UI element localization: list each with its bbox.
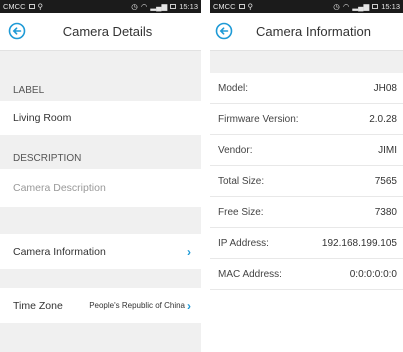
camera-information-screen: CMCC ⚲ ◷ ◠ ▂▄▆ 15:13 Camera Information [210,0,403,352]
back-button[interactable] [8,22,26,40]
sim-icon [238,4,245,9]
notification-icon: ⚲ [247,2,254,11]
clock-text: 15:13 [381,2,400,11]
info-value: 2.0.28 [369,113,397,125]
info-row-ip-address: IP Address: 192.168.199.105 [210,228,403,259]
info-value: JH08 [373,82,397,94]
description-section-header: DESCRIPTION [13,152,82,164]
status-bar: CMCC ⚲ ◷ ◠ ▂▄▆ 15:13 [0,0,201,13]
info-key: IP Address: [218,237,269,249]
info-row-vendor: Vendor: JIMI [210,135,403,166]
spacer [210,51,403,73]
sim-icon [28,4,35,9]
wifi-icon: ◠ [342,2,350,11]
screenshot-pair: CMCC ⚲ ◷ ◠ ▂▄▆ 15:13 Camera Details LABE… [0,0,403,352]
info-key: Vendor: [218,144,253,156]
chevron-right-icon: › [187,298,191,313]
info-value: 7380 [374,206,397,218]
info-value: JIMI [378,144,397,156]
clock-text: 15:13 [179,2,198,11]
page-title: Camera Details [62,24,153,39]
signal-icon: ▂▄▆ [150,2,168,11]
info-key: Model: [218,82,249,94]
label-section-header: LABEL [13,84,45,96]
info-value: 7565 [374,175,397,187]
time-zone-value: People's Republic of China [89,301,185,310]
back-button[interactable] [215,22,233,40]
battery-icon [170,4,177,9]
wifi-icon: ◠ [140,2,148,11]
info-row-total-size: Total Size: 7565 [210,166,403,197]
app-header: Camera Details [0,13,201,51]
camera-information-row[interactable]: Camera Information › [0,234,201,269]
info-row-model: Model: JH08 [210,73,403,104]
info-row-firmware: Firmware Version: 2.0.28 [210,104,403,135]
label-value: Living Room [13,112,72,124]
battery-icon [372,4,379,9]
info-row-free-size: Free Size: 7380 [210,197,403,228]
chevron-right-icon: › [187,244,191,259]
info-list: Model: JH08 Firmware Version: 2.0.28 Ven… [210,73,403,290]
status-bar: CMCC ⚲ ◷ ◠ ▂▄▆ 15:13 [210,0,403,13]
page-title: Camera Information [256,24,371,39]
alarm-icon: ◷ [131,2,138,11]
alarm-icon: ◷ [333,2,340,11]
info-key: Total Size: [218,175,265,187]
info-value: 0:0:0:0:0:0 [349,268,397,280]
info-row-mac-address: MAC Address: 0:0:0:0:0:0 [210,259,403,290]
carrier-label: CMCC [213,2,236,11]
notification-icon: ⚲ [37,2,44,11]
time-zone-row[interactable]: Time Zone People's Republic of China › [0,288,201,323]
carrier-label: CMCC [3,2,26,11]
signal-icon: ▂▄▆ [352,2,370,11]
app-header: Camera Information [210,13,403,51]
description-field[interactable]: Camera Description [0,169,201,207]
camera-information-label: Camera Information [13,245,106,258]
info-key: Firmware Version: [218,113,299,125]
description-placeholder: Camera Description [13,182,106,194]
camera-details-screen: CMCC ⚲ ◷ ◠ ▂▄▆ 15:13 Camera Details LABE… [0,0,201,352]
info-key: Free Size: [218,206,264,218]
label-field[interactable]: Living Room [0,101,201,135]
info-key: MAC Address: [218,268,282,280]
info-value: 192.168.199.105 [321,237,397,249]
time-zone-label: Time Zone [13,299,63,312]
